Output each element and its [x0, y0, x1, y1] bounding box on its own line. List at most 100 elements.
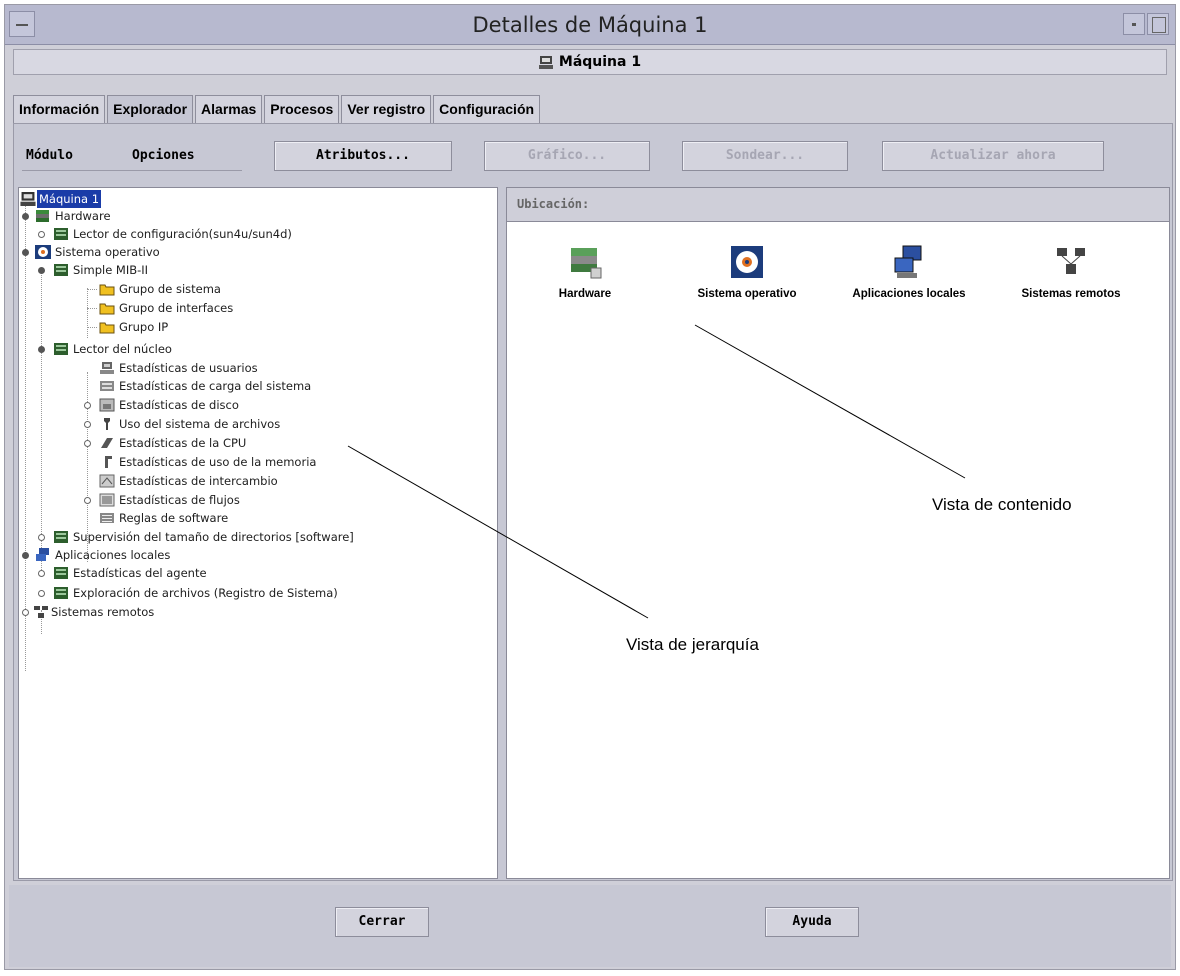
collapsed-node-icon[interactable] [84, 440, 91, 447]
tree-guide [41, 272, 42, 572]
help-button[interactable]: Ayuda [765, 907, 859, 937]
tree-guide [87, 327, 97, 328]
tree-item-label: Simple MIB-II [73, 263, 149, 277]
tree-item-label: Estadísticas de usuarios [119, 361, 258, 375]
location-bar: Ubicación: [507, 188, 1169, 222]
content-item-label: Hardware [558, 288, 612, 300]
expanded-node-icon[interactable] [38, 267, 45, 274]
software-rules-icon [100, 513, 114, 523]
expanded-node-icon[interactable] [22, 552, 29, 559]
collapsed-node-icon[interactable] [38, 231, 45, 238]
content-view-annotation: Vista de contenido [932, 495, 1072, 514]
disk-icon [99, 398, 115, 412]
tree-item-label: Sistemas remotos [51, 605, 155, 619]
content-view: Ubicación: Hardware Sistema operativo Ap… [506, 187, 1170, 879]
content-item-local-applications[interactable]: Aplicaciones locales [829, 244, 989, 300]
tree-guide [87, 288, 88, 338]
content-item-label: Aplicaciones locales [852, 288, 966, 300]
tab-alarmas[interactable]: Alarmas [195, 95, 263, 125]
remote-systems-icon [1057, 248, 1085, 274]
module-icon [54, 343, 68, 355]
module-menu[interactable]: Módulo [26, 148, 73, 163]
content-item-operating-system[interactable]: Sistema operativo [667, 244, 827, 300]
tree-item-label: Estadísticas de disco [119, 398, 239, 412]
module-icon [54, 567, 68, 579]
window-title: Detalles de Máquina 1 [472, 13, 708, 37]
tree-item-label: Hardware [55, 209, 111, 223]
tree-guide [87, 308, 97, 309]
tree-item-label: Sistema operativo [55, 245, 160, 259]
host-header: Máquina 1 [13, 49, 1167, 75]
tree-item-label: Estadísticas de carga del sistema [119, 379, 312, 393]
graph-button[interactable]: Gráfico... [484, 141, 650, 171]
attributes-button[interactable]: Atributos... [274, 141, 452, 171]
hierarchy-view-annotation: Vista de jerarquía [626, 635, 759, 654]
folder-icon [99, 322, 115, 334]
collapsed-node-icon[interactable] [38, 570, 45, 577]
minimize-button[interactable] [1123, 13, 1145, 35]
content-item-label: Sistemas remotos [1021, 288, 1121, 300]
tree-item-label: Lector de configuración(sun4u/sun4d) [73, 227, 292, 241]
host-name: Máquina 1 [558, 54, 642, 70]
location-label: Ubicación: [517, 197, 590, 211]
tree-guide [87, 289, 97, 290]
local-applications-icon [36, 548, 49, 561]
options-menu[interactable]: Opciones [132, 148, 195, 163]
probe-button[interactable]: Sondear... [682, 141, 848, 171]
tree-item-label: Lector del núcleo [73, 342, 172, 356]
expanded-node-icon[interactable] [22, 249, 29, 256]
hardware-icon [36, 210, 49, 222]
title-bar: Detalles de Máquina 1 [5, 5, 1175, 45]
memory-icon [105, 456, 112, 468]
tree-item-label: Estadísticas de uso de la memoria [119, 455, 317, 469]
tree-item-label: Estadísticas del agente [73, 566, 207, 580]
module-icon [54, 264, 68, 276]
tree-item-label: Supervisión del tamaño de directorios [s… [73, 530, 354, 544]
computer-icon [538, 55, 553, 69]
tree-item-label: Uso del sistema de archivos [119, 417, 281, 431]
close-button[interactable]: Cerrar [335, 907, 429, 937]
tree-item-label: Grupo IP [119, 320, 169, 334]
collapsed-node-icon[interactable] [84, 497, 91, 504]
system-load-icon [100, 381, 114, 391]
tab-informacion[interactable]: Información [13, 95, 106, 125]
content-item-label: Sistema operativo [697, 288, 797, 300]
module-icon [54, 228, 68, 240]
content-item-remote-systems[interactable]: Sistemas remotos [991, 244, 1151, 300]
tree-item-label: Estadísticas de intercambio [119, 474, 278, 488]
operating-system-icon [35, 245, 51, 259]
collapsed-node-icon[interactable] [38, 590, 45, 597]
refresh-now-button[interactable]: Actualizar ahora [882, 141, 1104, 171]
tab-ver-registro[interactable]: Ver registro [341, 95, 432, 125]
tree-item-label: Grupo de interfaces [119, 301, 234, 315]
tree-item-label: Exploración de archivos (Registro de Sis… [73, 586, 338, 600]
local-applications-icon [894, 245, 922, 278]
collapsed-node-icon[interactable] [38, 534, 45, 541]
folder-icon [99, 303, 115, 315]
maximize-button[interactable] [1147, 13, 1169, 35]
tree-item-label: Reglas de software [119, 511, 229, 525]
expanded-node-icon[interactable] [22, 213, 29, 220]
tree-guide [25, 206, 26, 671]
content-item-hardware[interactable]: Hardware [505, 244, 665, 300]
collapsed-node-icon[interactable] [22, 609, 29, 616]
menu-underline [22, 170, 242, 171]
operating-system-icon [731, 246, 763, 278]
computer-icon [20, 192, 36, 206]
tab-configuracion[interactable]: Configuración [433, 95, 541, 125]
tab-procesos[interactable]: Procesos [264, 95, 340, 125]
expanded-node-icon[interactable] [38, 346, 45, 353]
tree-item-label: Máquina 1 [37, 190, 102, 208]
cpu-icon [101, 438, 113, 448]
tree-item-label: Aplicaciones locales [55, 548, 171, 562]
module-icon [54, 531, 68, 543]
collapsed-node-icon[interactable] [84, 421, 91, 428]
swap-icon [99, 474, 115, 488]
dialog-footer: Cerrar Ayuda [9, 885, 1171, 967]
tree-item-label: Estadísticas de la CPU [119, 436, 247, 450]
tree-item-label: Estadísticas de flujos [119, 493, 240, 507]
hardware-icon [571, 248, 602, 279]
folder-icon [99, 284, 115, 296]
collapsed-node-icon[interactable] [84, 402, 91, 409]
streams-icon [99, 493, 115, 507]
